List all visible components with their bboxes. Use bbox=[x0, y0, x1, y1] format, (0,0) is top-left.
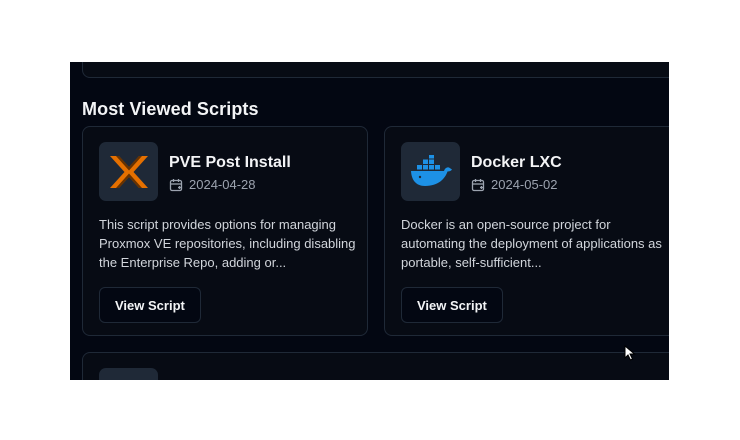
page-viewport: Most Viewed Scripts PVE Post Install 202… bbox=[70, 62, 669, 380]
previous-section-card bbox=[82, 62, 669, 78]
calendar-icon bbox=[471, 178, 485, 191]
script-card-pve-post-install[interactable]: PVE Post Install 2024-04-28 This script … bbox=[82, 126, 368, 336]
section-title: Most Viewed Scripts bbox=[82, 99, 259, 119]
view-script-button[interactable]: View Script bbox=[99, 287, 201, 323]
card-description: Docker is an open-source project for aut… bbox=[401, 217, 662, 270]
mouse-cursor-icon bbox=[624, 345, 636, 361]
script-logo-icon bbox=[99, 368, 158, 380]
card-date: 2024-04-28 bbox=[169, 177, 256, 192]
script-card-docker-lxc[interactable]: Docker LXC 2024-05-02 Docker is an open-… bbox=[384, 126, 669, 336]
card-date-text: 2024-05-02 bbox=[491, 177, 558, 192]
calendar-icon bbox=[169, 178, 183, 191]
script-card-partial[interactable] bbox=[82, 352, 669, 380]
proxmox-logo-icon bbox=[99, 142, 158, 201]
card-description: This script provides options for managin… bbox=[99, 217, 356, 270]
card-title: PVE Post Install bbox=[169, 154, 291, 171]
card-date: 2024-05-02 bbox=[471, 177, 558, 192]
card-title: Docker LXC bbox=[471, 154, 562, 171]
docker-logo-icon bbox=[401, 142, 460, 201]
view-script-button[interactable]: View Script bbox=[401, 287, 503, 323]
card-date-text: 2024-04-28 bbox=[189, 177, 256, 192]
